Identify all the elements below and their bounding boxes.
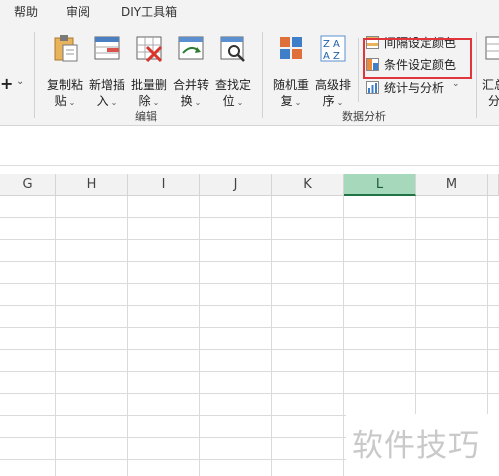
new-insert-button[interactable]: 新增插 入 ⌄ xyxy=(86,34,128,108)
button-label: 复 xyxy=(280,94,293,108)
chevron-down-icon: ⌄ xyxy=(452,79,460,89)
column-header-n-partial[interactable] xyxy=(488,174,499,196)
partial-plus-icon[interactable]: + xyxy=(0,74,13,93)
advanced-sort-button[interactable]: Z A A Z 高级排 序 ⌄ xyxy=(312,34,354,108)
button-label: 除 xyxy=(138,94,151,108)
batch-delete-button[interactable]: 批量删 除 ⌄ xyxy=(128,34,170,108)
svg-text:A: A xyxy=(333,39,340,50)
column-header-i[interactable]: I xyxy=(128,174,200,196)
svg-text:A: A xyxy=(323,51,330,62)
group-divider xyxy=(358,38,359,102)
svg-text:Z: Z xyxy=(333,51,340,62)
tab-review[interactable]: 审阅 xyxy=(66,3,90,20)
column-header-h[interactable]: H xyxy=(56,174,128,196)
chevron-down-icon: ⌄ xyxy=(152,98,160,107)
chevron-down-icon[interactable]: ⌄ xyxy=(16,76,24,87)
group-divider xyxy=(34,32,35,118)
ribbon-tabs: 帮助 审阅 DIY工具箱 xyxy=(0,0,499,24)
find-locate-button[interactable]: 查找定 位 ⌄ xyxy=(212,34,254,108)
ribbon: + ⌄ 复制粘 贴 ⌄ 新增插 入 ⌄ 批量删 除 ⌄ 合并转 换 ⌄ 查找定 … xyxy=(0,24,499,126)
group-label-edit: 编辑 xyxy=(135,110,157,123)
button-label: 贴 xyxy=(54,94,67,108)
watermark-text: 软件技巧 xyxy=(352,428,480,464)
button-label: 序 xyxy=(322,94,335,108)
column-header-g[interactable]: G xyxy=(0,174,56,196)
chevron-down-icon: ⌄ xyxy=(110,98,118,107)
column-header-k[interactable]: K xyxy=(272,174,344,196)
summary-icon xyxy=(485,36,499,60)
svg-text:Z: Z xyxy=(323,39,330,50)
sort-icon: Z A A Z xyxy=(320,35,346,62)
chevron-down-icon: ⌄ xyxy=(336,98,344,107)
column-header-j[interactable]: J xyxy=(200,174,272,196)
group-divider xyxy=(476,32,477,118)
tab-diy-toolbox[interactable]: DIY工具箱 xyxy=(121,3,177,20)
chevron-down-icon: ⌄ xyxy=(194,98,202,107)
copy-paste-button[interactable]: 复制粘 贴 ⌄ xyxy=(44,34,86,108)
random-repeat-button[interactable]: 随机重 复 ⌄ xyxy=(270,34,312,108)
summary-button[interactable]: 汇总 分 xyxy=(482,34,499,108)
insert-icon xyxy=(94,36,120,60)
button-label: 汇总 xyxy=(482,78,499,92)
tab-help[interactable]: 帮助 xyxy=(14,3,38,20)
formula-bar[interactable] xyxy=(0,126,499,166)
stats-icon xyxy=(366,81,379,94)
random-icon xyxy=(280,37,302,59)
button-label: 高级排 xyxy=(314,78,351,92)
button-label: 查找定 xyxy=(214,78,251,92)
item-label: 统计与分析 xyxy=(384,81,445,95)
button-label: 位 xyxy=(222,94,235,108)
group-divider xyxy=(262,32,263,118)
merge-convert-button[interactable]: 合并转 换 ⌄ xyxy=(170,34,212,108)
chevron-down-icon: ⌄ xyxy=(236,98,244,107)
group-label-analysis: 数据分析 xyxy=(342,110,386,123)
column-header-m[interactable]: M xyxy=(416,174,488,196)
button-label: 换 xyxy=(180,94,193,108)
delete-icon xyxy=(136,36,163,62)
button-label: 分 xyxy=(488,94,499,108)
spacer-band xyxy=(0,166,499,174)
highlight-box xyxy=(363,38,472,79)
find-icon xyxy=(220,36,245,62)
button-label: 入 xyxy=(96,94,109,108)
column-header-l-selected[interactable]: L xyxy=(344,174,416,196)
paste-icon xyxy=(54,35,78,62)
chevron-down-icon: ⌄ xyxy=(294,98,302,107)
chevron-down-icon: ⌄ xyxy=(68,98,76,107)
merge-icon xyxy=(178,36,204,60)
